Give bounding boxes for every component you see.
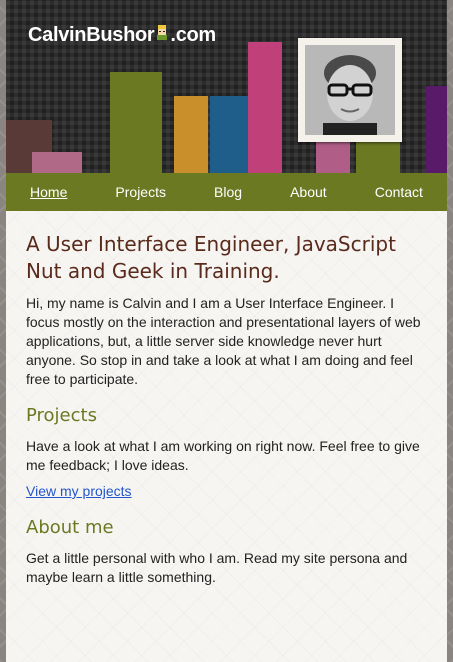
main-content: A User Interface Engineer, JavaScript Nu… [6, 211, 447, 662]
deco-bar [426, 86, 447, 173]
nav-projects-link[interactable]: Projects [115, 184, 166, 200]
projects-heading: Projects [26, 405, 97, 426]
profile-photo [298, 38, 402, 142]
deco-bar [32, 152, 82, 173]
about-text: Get a little personal with who I am. Rea… [26, 550, 408, 585]
page-title: A User Interface Engineer, JavaScript Nu… [26, 232, 396, 283]
site-header: CalvinBushor .com [6, 0, 447, 173]
deco-bar [210, 96, 248, 173]
deco-bar [174, 96, 208, 173]
about-heading: About me [26, 517, 114, 538]
main-nav: Home Projects Blog About Contact [6, 173, 447, 211]
deco-bar [356, 140, 400, 173]
deco-bar [248, 42, 282, 173]
nav-home-link[interactable]: Home [30, 184, 67, 200]
page-frame: CalvinBushor .com Home Projects Blog Abo… [6, 0, 447, 662]
nav-blog-link[interactable]: Blog [214, 184, 242, 200]
deco-bar [110, 72, 162, 173]
deco-bar [316, 140, 350, 173]
intro-text: Hi, my name is Calvin and I am a User In… [26, 295, 421, 387]
portrait-image [305, 45, 395, 135]
logo-text-left: CalvinBushor [28, 24, 155, 46]
view-projects-link[interactable]: View my projects [26, 483, 132, 499]
profile-photo-image [305, 45, 395, 135]
site-logo[interactable]: CalvinBushor .com [28, 24, 216, 47]
logo-text-right: com [175, 24, 217, 46]
mascot-icon [157, 25, 168, 43]
nav-about-link[interactable]: About [290, 184, 327, 200]
projects-text: Have a look at what I am working on righ… [26, 438, 420, 473]
nav-contact-link[interactable]: Contact [375, 184, 423, 200]
